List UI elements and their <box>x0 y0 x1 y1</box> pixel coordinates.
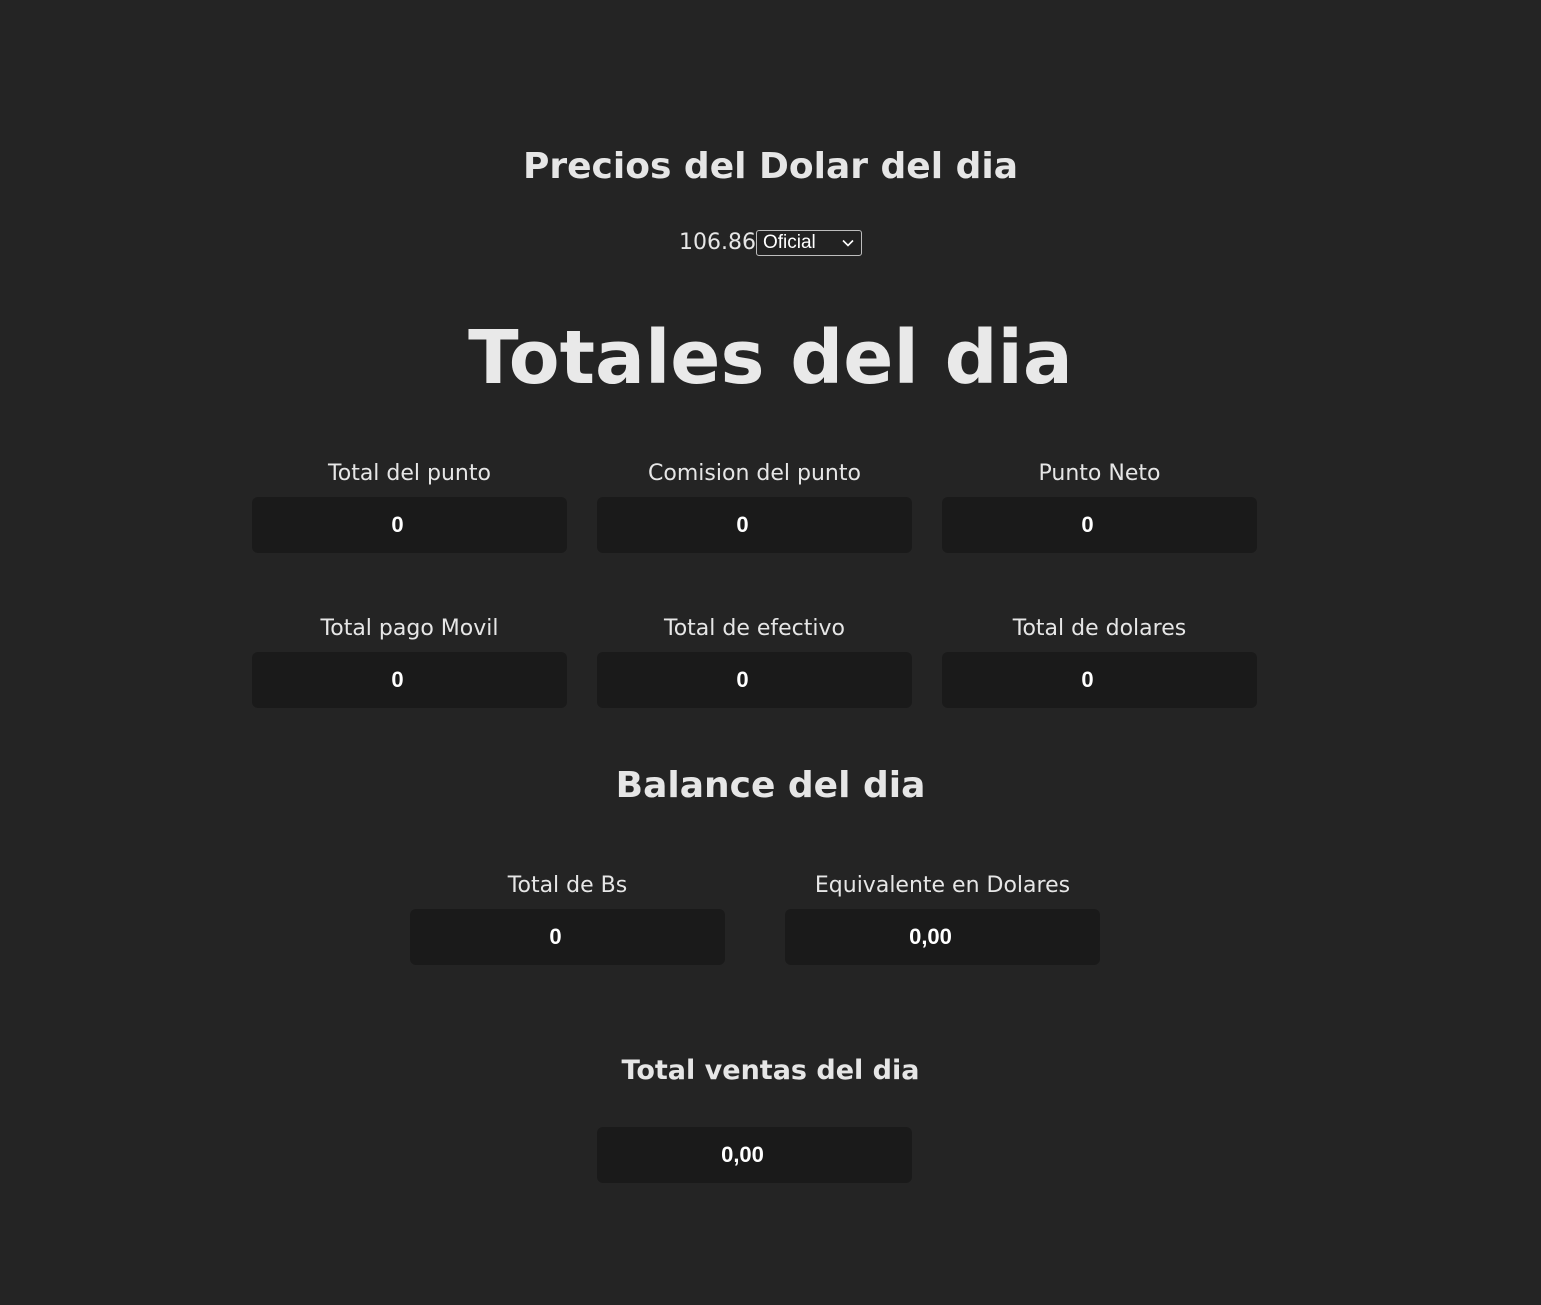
total-punto-label: Total del punto <box>328 461 491 486</box>
rate-type-selected: Oficial <box>762 232 816 253</box>
punto-neto-field: 0 <box>942 497 1257 553</box>
total-bs-label: Total de Bs <box>507 873 628 898</box>
comision-punto-label: Comision del punto <box>648 461 861 486</box>
rate-row: 106.86 Oficial <box>0 229 1541 257</box>
prices-title: Precios del Dolar del dia <box>523 146 1018 187</box>
ventas-title: Total ventas del dia <box>621 1055 920 1086</box>
equivalente-dolares-field: 0,00 <box>785 909 1100 965</box>
total-dolares-label: Total de dolares <box>1012 616 1187 641</box>
total-pago-movil-field: 0 <box>252 652 567 708</box>
rate-type-select[interactable]: Oficial <box>755 230 862 256</box>
total-punto-field: 0 <box>252 497 567 553</box>
balance-title: Balance del dia <box>615 765 926 806</box>
total-efectivo-label: Total de efectivo <box>664 616 845 641</box>
dollar-rate-value: 106.86 <box>679 230 756 255</box>
total-dolares-field: 0 <box>942 652 1257 708</box>
comision-punto-field: 0 <box>597 497 912 553</box>
punto-neto-label: Punto Neto <box>1038 461 1161 486</box>
page-title: Totales del dia <box>468 315 1073 401</box>
total-ventas-field: 0,00 <box>597 1127 912 1183</box>
equivalente-dolares-label: Equivalente en Dolares <box>814 873 1071 898</box>
total-pago-movil-label: Total pago Movil <box>320 616 499 641</box>
chevron-down-icon <box>842 239 854 247</box>
total-efectivo-field: 0 <box>597 652 912 708</box>
total-bs-field: 0 <box>410 909 725 965</box>
